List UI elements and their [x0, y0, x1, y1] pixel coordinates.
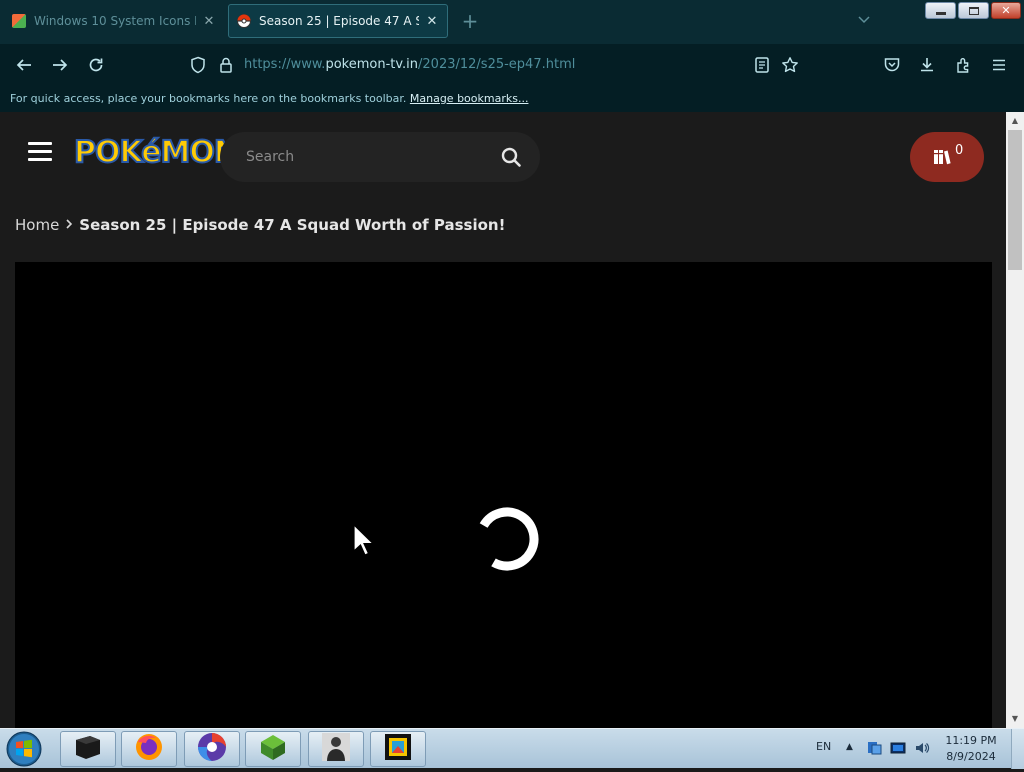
bookmarks-toolbar: For quick access, place your bookmarks h…: [0, 86, 1024, 112]
clock-date: 8/9/2024: [946, 750, 996, 763]
tab-windows-icons[interactable]: Windows 10 System Icons Blo ✕: [4, 4, 224, 38]
tab-close-icon[interactable]: ✕: [202, 14, 216, 29]
screenshot-tool-icon: [382, 731, 414, 767]
black-box-app-icon: [72, 733, 104, 765]
reload-icon[interactable]: [85, 54, 107, 76]
star-bookmark-icon[interactable]: [779, 54, 801, 76]
breadcrumb: Home Season 25 | Episode 47 A Squad Wort…: [15, 216, 505, 234]
manage-bookmarks-link[interactable]: Manage bookmarks...: [410, 92, 529, 105]
chevron-right-icon: [65, 217, 73, 233]
search-box: [220, 132, 540, 182]
swirl-browser-icon: [196, 731, 228, 767]
windows-taskbar: EN ▲ 11:19 PM 8/9/2024: [0, 728, 1024, 769]
hamburger-menu-icon[interactable]: [28, 142, 52, 164]
system-tray: EN ▲ 11:19 PM 8/9/2024: [806, 729, 1024, 769]
tab-close-icon[interactable]: ✕: [425, 14, 439, 29]
tab-strip: Windows 10 System Icons Blo ✕ Season 25 …: [0, 0, 1024, 44]
green-block-icon: [257, 732, 289, 766]
navigation-toolbar: https://www.pokemon-tv.in/2023/12/s25-ep…: [0, 44, 1024, 86]
shield-icon[interactable]: [187, 54, 209, 76]
books-icon: [932, 147, 952, 167]
scroll-up-arrow-icon[interactable]: ▲: [1006, 113, 1024, 129]
window-minimize-button[interactable]: [925, 2, 956, 19]
pokemon-logo[interactable]: POKéMON: [73, 129, 240, 183]
language-indicator[interactable]: EN: [816, 740, 831, 753]
tab-title: Windows 10 System Icons Blo: [34, 14, 196, 28]
pocket-icon[interactable]: [881, 54, 903, 76]
address-bar[interactable]: https://www.pokemon-tv.in/2023/12/s25-ep…: [244, 57, 575, 72]
taskbar-app-firefox[interactable]: [121, 731, 177, 767]
new-tab-plus-icon[interactable]: +: [460, 10, 480, 32]
display-tray-icon[interactable]: [890, 740, 906, 756]
download-icon[interactable]: [916, 54, 938, 76]
taskbar-app-terminal[interactable]: [60, 731, 116, 767]
extensions-icon[interactable]: [953, 54, 975, 76]
show-hidden-icons-arrow-icon[interactable]: ▲: [846, 742, 853, 752]
scroll-down-arrow-icon[interactable]: ▼: [1006, 711, 1024, 727]
logo-text: POKéMON: [73, 134, 240, 171]
window-maximize-button[interactable]: [958, 2, 989, 19]
back-arrow-icon[interactable]: [13, 54, 35, 76]
start-button-windows-orb-icon[interactable]: [4, 730, 48, 768]
taskbar-app-minecraft[interactable]: [245, 731, 301, 767]
cart-button[interactable]: 0: [910, 132, 984, 182]
menu-icon[interactable]: [988, 54, 1010, 76]
tab-title: Season 25 | Episode 47 A Squad: [259, 14, 419, 28]
network-tray-icon[interactable]: [866, 740, 882, 756]
cart-count-badge: 0: [955, 143, 964, 158]
reader-view-icon[interactable]: [751, 54, 773, 76]
clock-time: 11:19 PM: [945, 734, 997, 747]
chevron-down-icon[interactable]: [855, 12, 873, 30]
url-prefix: https://www.: [244, 57, 326, 72]
breadcrumb-home-link[interactable]: Home: [15, 216, 59, 234]
loading-spinner-icon: [466, 498, 548, 580]
clock[interactable]: 11:19 PM 8/9/2024: [940, 733, 1002, 765]
windows-favicon-icon: [12, 14, 26, 28]
minimize-icon: [935, 12, 946, 15]
url-path: /2023/12/s25-ep47.html: [418, 57, 576, 72]
url-domain: pokemon-tv.in: [325, 57, 419, 72]
scrollbar-thumb[interactable]: [1008, 130, 1022, 270]
forward-arrow-icon[interactable]: [49, 54, 71, 76]
pokeball-favicon-icon: [237, 14, 251, 28]
bookmarks-hint-text: For quick access, place your bookmarks h…: [10, 92, 407, 105]
close-icon: ✕: [1001, 4, 1011, 17]
window-close-button[interactable]: ✕: [991, 2, 1021, 19]
mouse-cursor-icon: [353, 523, 375, 558]
lock-icon[interactable]: [215, 54, 237, 76]
tab-pokemon-episode[interactable]: Season 25 | Episode 47 A Squad ✕: [228, 4, 448, 38]
maximize-icon: [968, 6, 979, 15]
taskbar-app-screenshot[interactable]: [370, 731, 426, 767]
search-input[interactable]: [244, 144, 484, 170]
breadcrumb-current: Season 25 | Episode 47 A Squad Worth of …: [79, 216, 506, 234]
firefox-icon: [134, 732, 164, 766]
video-player[interactable]: [15, 262, 992, 728]
game-character-icon: [320, 731, 352, 767]
page-content: POKéMON 0 Home Season 25 | Episode 47 A …: [0, 112, 1006, 728]
taskbar-app-browser[interactable]: [184, 731, 240, 767]
show-desktop-button[interactable]: [1011, 729, 1024, 769]
taskbar-app-game[interactable]: [308, 731, 364, 767]
search-icon[interactable]: [500, 146, 522, 168]
volume-tray-icon[interactable]: [914, 740, 930, 756]
